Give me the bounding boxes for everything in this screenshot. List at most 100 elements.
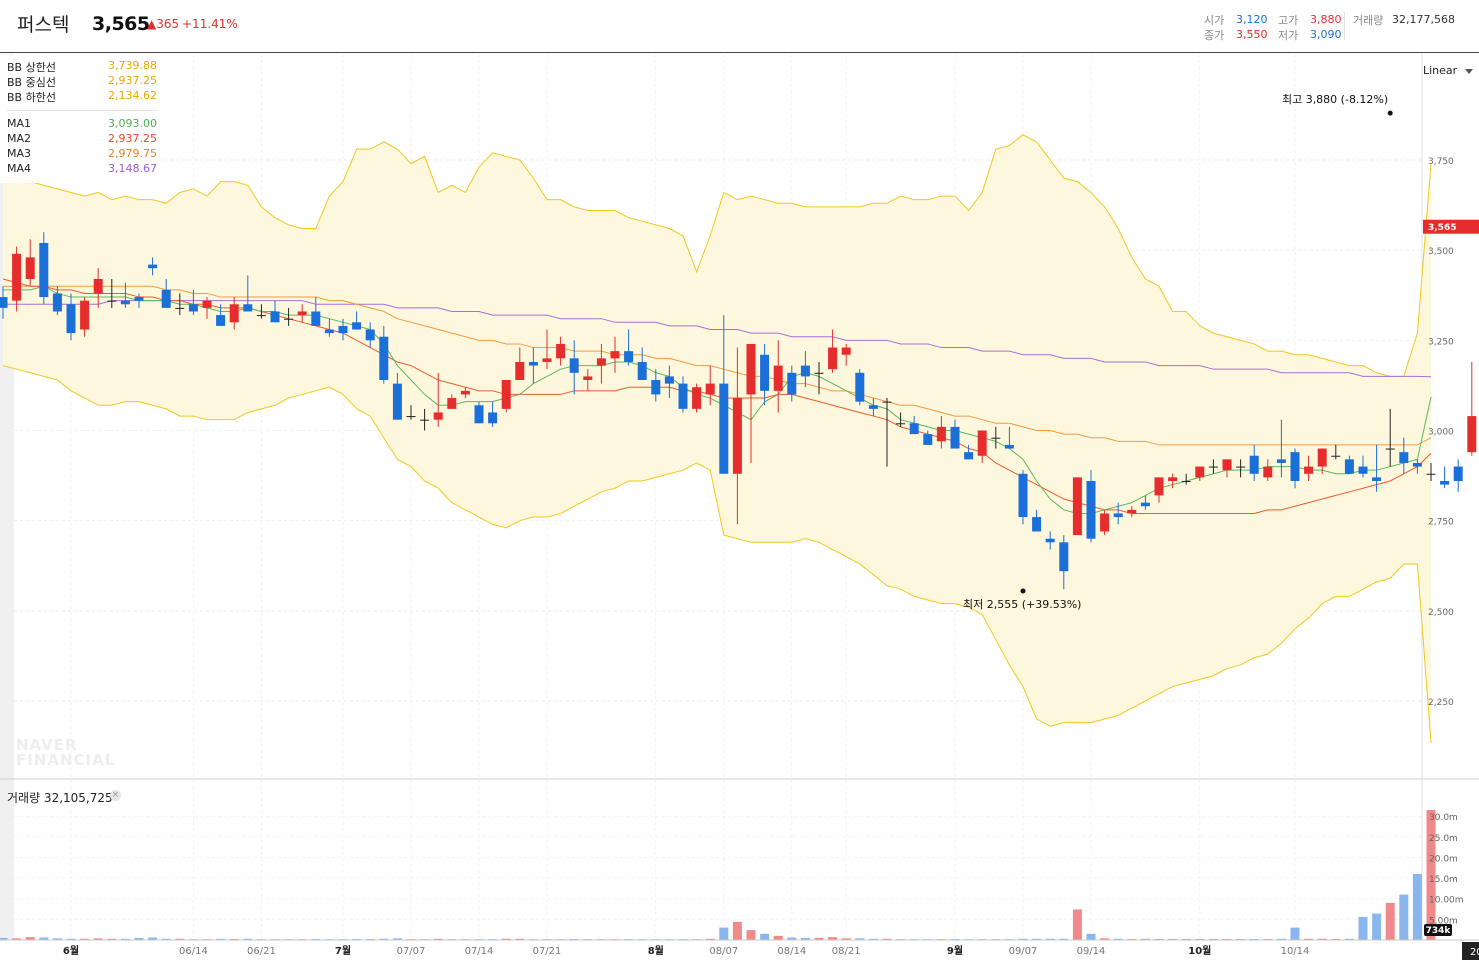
candle-body <box>25 257 35 280</box>
candle-body <box>1208 466 1218 468</box>
price-tick-label: 3,750 <box>1428 157 1454 167</box>
candle-body <box>542 358 552 362</box>
candle <box>692 383 702 413</box>
candle-body <box>855 372 865 402</box>
candle-body <box>596 358 606 366</box>
candle-body <box>1059 542 1069 572</box>
time-tick-label: 6월 <box>63 945 79 957</box>
candle-body <box>1385 448 1395 450</box>
candle-body <box>760 354 770 391</box>
candle-body <box>1100 513 1110 532</box>
candle-body <box>800 365 810 377</box>
time-tick-label: 7월 <box>335 945 351 957</box>
candle-body <box>120 300 130 305</box>
ma1-label: MA1 <box>7 117 32 130</box>
candle-body <box>433 412 443 420</box>
candle-body <box>787 372 797 395</box>
bb-upper-value: 3,739.88 <box>108 59 157 72</box>
candle-body <box>664 376 674 384</box>
candle-body <box>515 361 525 381</box>
candle-body <box>80 300 90 330</box>
candle-body <box>270 311 280 323</box>
candle-body <box>1222 459 1232 471</box>
candle-body <box>1412 462 1422 467</box>
candle <box>39 232 49 305</box>
candle-body <box>324 329 334 334</box>
scale-mode-dropdown[interactable]: Linear <box>1423 64 1473 77</box>
candle-body <box>12 253 22 301</box>
extreme-marker <box>1020 588 1026 594</box>
price-chart[interactable]: 3,750 3,500 3,250 3,000 2,750 2,500 2,250 6월 06/… <box>0 0 1479 960</box>
time-tick-label: 06/21 <box>247 946 276 957</box>
candle-body <box>392 383 402 420</box>
candle-body <box>39 242 49 298</box>
time-tick-label: 08/07 <box>709 946 738 957</box>
price-tick-label: 2,250 <box>1428 698 1454 708</box>
candle-body <box>93 279 103 294</box>
candle-body <box>1344 459 1354 474</box>
candle-body <box>297 311 307 316</box>
candle-body <box>705 383 715 395</box>
candle-body <box>991 437 1001 439</box>
candle-body <box>719 383 729 474</box>
candle-body <box>1154 477 1164 496</box>
ma2-value: 2,937.25 <box>108 132 157 145</box>
candle-body <box>936 426 946 442</box>
candle-body <box>1072 477 1082 536</box>
volume-bar <box>1385 902 1395 940</box>
candle-body <box>1399 452 1409 463</box>
candle-body <box>909 423 919 435</box>
time-tick-label: 08/14 <box>777 946 806 957</box>
scale-mode-label: Linear <box>1423 64 1458 77</box>
bb-lower-value: 2,134.62 <box>108 89 157 102</box>
time-tick-label: 07/07 <box>397 946 426 957</box>
candle-body <box>229 304 239 323</box>
candle-body <box>868 405 878 409</box>
candle-body <box>352 322 362 330</box>
ma3-label: MA3 <box>7 147 32 160</box>
candle-body <box>569 358 579 373</box>
time-tick-label: 06/14 <box>179 946 208 957</box>
volume-tick-label: 15.0m <box>1429 875 1458 885</box>
candle-body <box>107 300 117 302</box>
time-tick-label: 8월 <box>648 945 664 957</box>
volume-bar <box>1358 916 1368 940</box>
bb-upper-label: BB 상한선 <box>7 61 56 74</box>
candle-body <box>66 304 76 334</box>
bb-mid-label: BB 중심선 <box>7 76 56 89</box>
volume-tick-label: 20.0m <box>1429 854 1458 864</box>
time-tick-label: 09/14 <box>1077 946 1106 957</box>
extreme-marker <box>1387 110 1393 116</box>
time-tick-label: 09/07 <box>1009 946 1038 957</box>
candle-body <box>732 398 742 474</box>
candle-body <box>406 416 416 418</box>
candle-body <box>420 419 430 421</box>
candle-body <box>556 343 566 359</box>
close-icon[interactable]: × <box>110 790 121 801</box>
candle-body <box>460 390 470 395</box>
volume-bar <box>732 921 742 940</box>
candle-body <box>1290 452 1300 481</box>
candle-body <box>148 264 158 269</box>
candle-body <box>338 325 348 334</box>
ma1-value: 3,093.00 <box>108 117 157 130</box>
legend-divider <box>7 110 157 111</box>
volume-bars <box>0 810 1436 940</box>
bb-mid-value: 2,937.25 <box>108 74 157 87</box>
candle-body <box>1358 466 1368 474</box>
candle-body <box>828 347 838 370</box>
candle-body <box>256 315 266 317</box>
volume-bar <box>1072 909 1082 940</box>
candle-body <box>1426 473 1436 475</box>
candle-body <box>1249 455 1259 474</box>
candle-body <box>1127 509 1137 514</box>
candle-body <box>1140 502 1150 507</box>
candle-body <box>528 361 538 366</box>
candle-body <box>610 351 620 359</box>
candle-body <box>1045 538 1055 543</box>
candle <box>1086 470 1096 543</box>
current-price-label: 3,565 <box>1428 223 1456 233</box>
candle-body <box>814 372 824 374</box>
candle-body <box>1086 480 1096 539</box>
price-tick-label: 2,750 <box>1428 518 1454 528</box>
